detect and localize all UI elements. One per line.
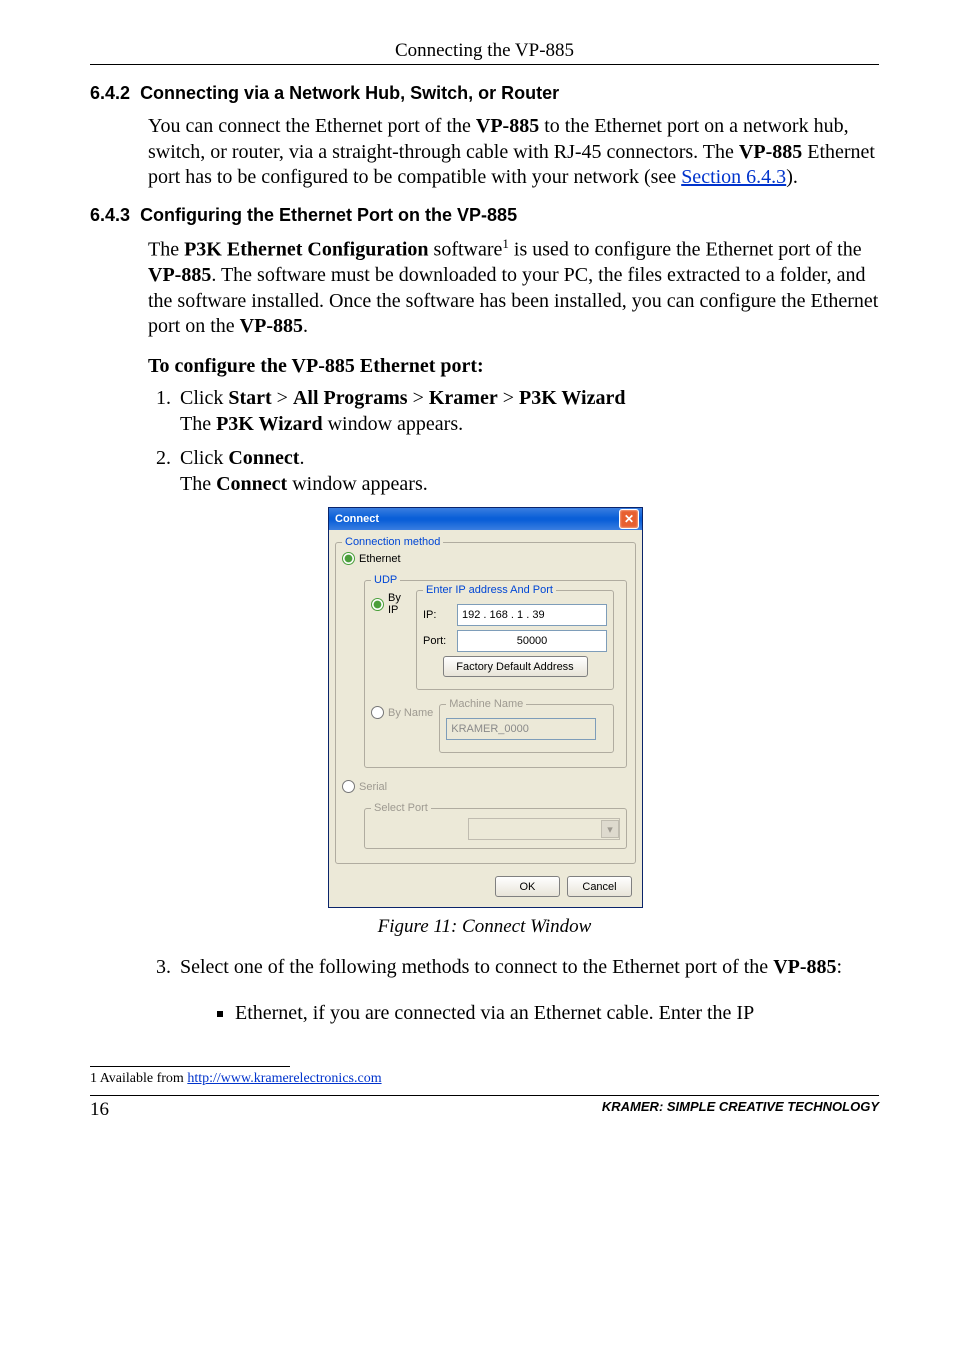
footnote-separator [90, 1066, 290, 1067]
udp-fieldset: UDP By IP Enter IP address And Port IP: [364, 574, 627, 768]
port-label: Port: [423, 635, 451, 647]
step-3: Select one of the following methods to c… [176, 954, 879, 980]
enter-ip-fieldset: Enter IP address And Port IP: 192 . 168 … [416, 584, 614, 690]
dialog-titlebar: Connect ✕ [329, 508, 642, 530]
close-icon: ✕ [624, 512, 634, 526]
by-name-radio-row[interactable]: By Name [371, 706, 433, 719]
section-number: 6.4.3 [90, 205, 130, 225]
connection-method-legend: Connection method [342, 536, 443, 548]
section-6-4-3-heading: 6.4.3 Configuring the Ethernet Port on t… [90, 205, 879, 226]
kramer-link[interactable]: http://www.kramerelectronics.com [187, 1071, 381, 1086]
ethernet-radio[interactable] [342, 552, 355, 565]
enter-ip-legend: Enter IP address And Port [423, 584, 556, 596]
udp-legend: UDP [371, 574, 400, 586]
bullet-ethernet: Ethernet, if you are connected via an Et… [235, 1000, 879, 1026]
section-link-6-4-3[interactable]: Section 6.4.3 [681, 166, 786, 188]
running-header: Connecting the VP-885 [90, 40, 879, 65]
s642-paragraph: You can connect the Ethernet port of the… [148, 114, 879, 191]
serial-radio-row[interactable]: Serial [342, 780, 387, 793]
footer-brand: KRAMER: SIMPLE CREATIVE TECHNOLOGY [602, 1099, 879, 1121]
section-number: 6.4.2 [90, 83, 130, 103]
machine-name-legend: Machine Name [446, 698, 526, 710]
page-footer: 16 KRAMER: SIMPLE CREATIVE TECHNOLOGY [90, 1095, 879, 1121]
section-title: Configuring the Ethernet Port on the VP-… [140, 205, 517, 225]
select-port-dropdown: ▾ [468, 818, 620, 840]
procedure-list: Click Start > All Programs > Kramer > P3… [148, 385, 879, 497]
ok-button[interactable]: OK [495, 876, 560, 897]
factory-default-button[interactable]: Factory Default Address [443, 656, 588, 677]
procedure-heading: To configure the VP-885 Ethernet port: [148, 354, 879, 380]
page-number: 16 [90, 1099, 109, 1121]
s643-paragraph-1: The P3K Ethernet Configuration software1… [148, 236, 879, 340]
step-3-bullets: Ethernet, if you are connected via an Et… [210, 1000, 879, 1026]
step-2: Click Connect. The Connect window appear… [176, 445, 879, 497]
by-name-radio[interactable] [371, 706, 384, 719]
chevron-down-icon: ▾ [601, 820, 619, 838]
ethernet-radio-row[interactable]: Ethernet [342, 552, 401, 565]
serial-radio[interactable] [342, 780, 355, 793]
select-port-legend: Select Port [371, 802, 431, 814]
step-1: Click Start > All Programs > Kramer > P3… [176, 385, 879, 437]
ethernet-label: Ethernet [359, 553, 401, 565]
ip-label: IP: [423, 609, 451, 621]
connect-dialog-figure: Connect ✕ Connection method Ethernet UDP… [328, 507, 641, 908]
by-name-label: By Name [388, 707, 433, 719]
by-ip-radio[interactable] [371, 598, 384, 611]
by-ip-radio-row[interactable]: By IP [371, 592, 410, 616]
machine-name-fieldset: Machine Name KRAMER_0000 [439, 698, 614, 753]
dialog-title: Connect [335, 513, 379, 525]
machine-name-input: KRAMER_0000 [446, 718, 596, 740]
connection-method-fieldset: Connection method Ethernet UDP By IP Ent… [335, 536, 636, 864]
serial-label: Serial [359, 781, 387, 793]
port-input[interactable]: 50000 [457, 630, 607, 652]
procedure-list-cont: Select one of the following methods to c… [148, 954, 879, 980]
close-button[interactable]: ✕ [619, 509, 639, 529]
cancel-button[interactable]: Cancel [567, 876, 632, 897]
figure-11-caption: Figure 11: Connect Window [90, 916, 879, 938]
select-port-fieldset: Select Port ▾ [364, 802, 627, 849]
connect-dialog: Connect ✕ Connection method Ethernet UDP… [328, 507, 643, 908]
by-ip-label: By IP [388, 592, 410, 616]
section-title: Connecting via a Network Hub, Switch, or… [140, 83, 559, 103]
footnote-1: 1 Available from http://www.kramerelectr… [90, 1071, 879, 1087]
ip-input[interactable]: 192 . 168 . 1 . 39 [457, 604, 607, 626]
section-6-4-2-heading: 6.4.2 Connecting via a Network Hub, Swit… [90, 83, 879, 104]
